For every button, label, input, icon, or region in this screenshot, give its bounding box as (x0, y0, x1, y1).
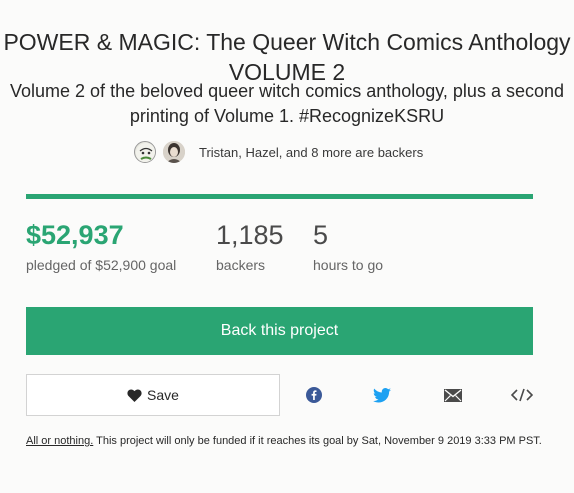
embed-icon[interactable] (511, 384, 533, 406)
facebook-icon[interactable] (303, 384, 325, 406)
friend-backers-text: Tristan, Hazel, and 8 more are backers (199, 145, 424, 160)
heart-icon (127, 388, 142, 402)
backer-avatar-2[interactable] (163, 141, 185, 163)
time-remaining-label: hours to go (313, 257, 384, 273)
email-icon[interactable] (442, 384, 464, 406)
save-button[interactable]: Save (26, 374, 280, 416)
funding-rule-note: All or nothing. This project will only b… (26, 433, 546, 450)
time-remaining-value: 5 (313, 220, 329, 250)
twitter-icon[interactable] (371, 384, 393, 406)
all-or-nothing-link[interactable]: All or nothing. (26, 435, 93, 447)
backer-avatar-1[interactable] (134, 141, 156, 163)
pledged-label: pledged of $52,900 goal (26, 257, 177, 273)
project-blurb: Volume 2 of the beloved queer witch comi… (10, 81, 565, 126)
friend-backers-row: Tristan, Hazel, and 8 more are backers (0, 139, 574, 167)
pledged-amount: $52,937 (26, 220, 124, 250)
funding-progress-fill (26, 194, 533, 199)
backers-count: 1,185 (216, 220, 284, 250)
funding-rule-text: This project will only be funded if it r… (93, 435, 542, 447)
save-label: Save (147, 387, 179, 403)
funding-progress-bar (26, 194, 533, 199)
backers-label: backers (216, 257, 266, 273)
back-this-project-button[interactable]: Back this project (26, 307, 533, 355)
